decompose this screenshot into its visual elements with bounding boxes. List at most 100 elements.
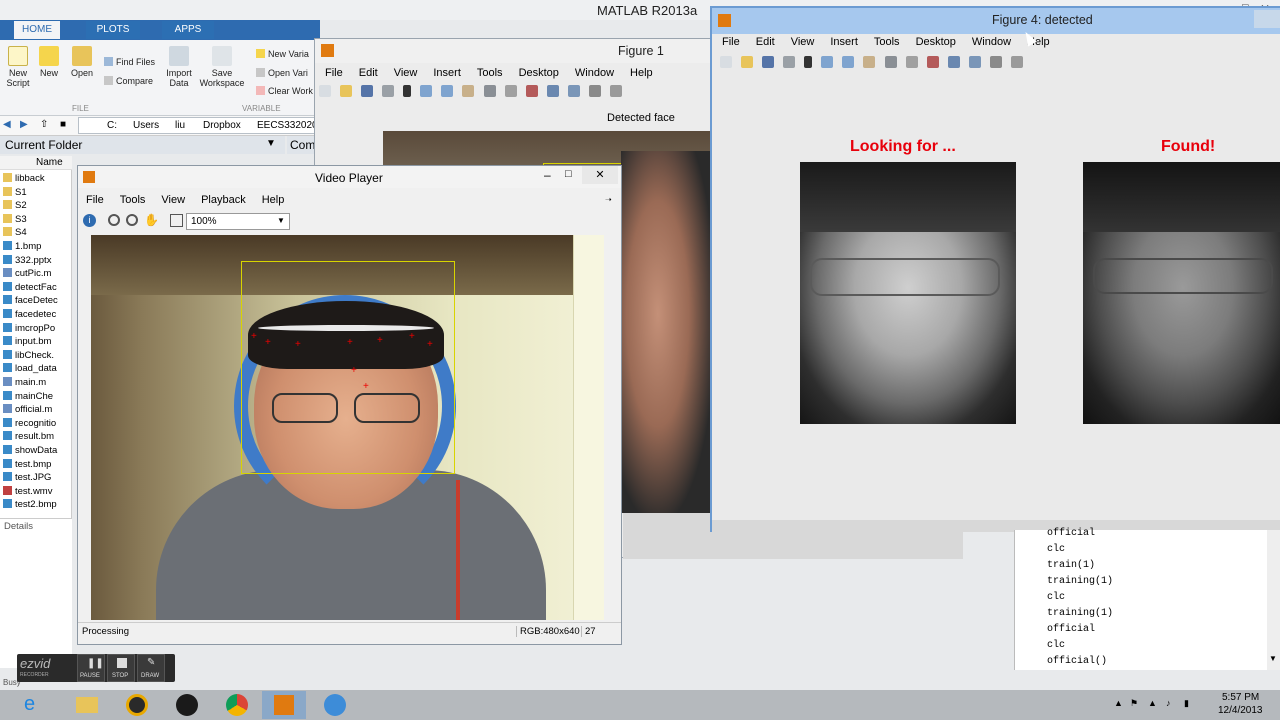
- menu-item[interactable]: Tools: [874, 36, 900, 48]
- notification-icon[interactable]: ⚑: [1130, 698, 1138, 709]
- file-list-item[interactable]: load_data: [3, 362, 57, 375]
- clock-date[interactable]: 12/4/2013: [1218, 705, 1263, 716]
- zoom-out-icon[interactable]: [842, 56, 855, 69]
- pan-icon[interactable]: ✋: [144, 213, 159, 227]
- menu-item[interactable]: Insert: [830, 36, 858, 48]
- file-list-item[interactable]: test.JPG: [3, 471, 51, 484]
- file-list-item[interactable]: recognitio: [3, 417, 56, 430]
- command-history-entry[interactable]: official(): [1047, 656, 1107, 667]
- pause-button[interactable]: ❚❚ PAUSE: [77, 654, 105, 682]
- open-file-icon[interactable]: [340, 85, 353, 98]
- up-folder-icon[interactable]: ⇧: [40, 119, 48, 130]
- zoom-in-icon[interactable]: [821, 56, 834, 69]
- file-list-item[interactable]: test2.bmp: [3, 498, 57, 511]
- file-list-item[interactable]: facedetec: [3, 308, 56, 321]
- save-icon[interactable]: [361, 85, 374, 98]
- chrome-button[interactable]: [214, 691, 258, 719]
- path-segment[interactable]: liu: [175, 120, 185, 131]
- menu-item[interactable]: View: [394, 67, 418, 79]
- close-icon[interactable]: ✕: [582, 166, 618, 184]
- menu-item[interactable]: Edit: [756, 36, 775, 48]
- brush-icon[interactable]: [926, 56, 939, 69]
- chevron-down-icon[interactable]: ▼: [277, 216, 285, 225]
- file-list-item[interactable]: test.wmv: [3, 485, 52, 498]
- file-list-item[interactable]: 1.bmp: [3, 240, 41, 253]
- ie-button[interactable]: e: [14, 691, 58, 719]
- matlab-taskbar-button[interactable]: [262, 691, 306, 719]
- menu-item[interactable]: File: [86, 194, 104, 206]
- hide-tools-icon[interactable]: [1010, 56, 1023, 69]
- file-list-item[interactable]: libCheck.: [3, 349, 54, 362]
- volume-icon[interactable]: ♪: [1166, 698, 1171, 708]
- stop-button[interactable]: STOP: [107, 654, 135, 682]
- minimize-icon[interactable]: –: [544, 168, 551, 182]
- file-list-item[interactable]: official.m: [3, 403, 52, 416]
- fit-icon[interactable]: [170, 214, 183, 227]
- data-cursor-icon[interactable]: [504, 85, 517, 98]
- find-files-button[interactable]: Find Files: [104, 57, 155, 67]
- compare-button[interactable]: Compare: [104, 76, 153, 86]
- file-list-item[interactable]: S3: [3, 213, 27, 226]
- info-icon[interactable]: i: [83, 214, 96, 227]
- colorbar-icon[interactable]: [968, 56, 981, 69]
- itunes-button[interactable]: [312, 691, 356, 719]
- command-history-entry[interactable]: train(1): [1047, 560, 1095, 571]
- back-icon[interactable]: ◀: [3, 119, 11, 130]
- new-button[interactable]: New: [36, 46, 62, 78]
- menu-item[interactable]: Help: [630, 67, 653, 79]
- file-list-item[interactable]: S2: [3, 199, 27, 212]
- command-window-tab[interactable]: Com: [287, 136, 315, 154]
- hp-button[interactable]: [164, 691, 208, 719]
- pan-icon[interactable]: [462, 85, 475, 98]
- menu-item[interactable]: Tools: [120, 194, 146, 206]
- scroll-down-icon[interactable]: ▼: [1269, 654, 1277, 663]
- file-list-item[interactable]: result.bm: [3, 430, 54, 443]
- file-list-header[interactable]: Name: [0, 156, 72, 170]
- file-list-item[interactable]: imcropPo: [3, 322, 55, 335]
- brush-icon[interactable]: [525, 85, 538, 98]
- clock-time[interactable]: 5:57 PM: [1222, 692, 1259, 703]
- new-variable-button[interactable]: New Varia: [256, 49, 309, 59]
- new-figure-icon[interactable]: [319, 85, 331, 98]
- menu-item[interactable]: File: [325, 67, 343, 79]
- forward-icon[interactable]: ▶: [20, 119, 28, 130]
- menu-item[interactable]: Desktop: [916, 36, 956, 48]
- battery-icon[interactable]: ▮: [1184, 698, 1189, 709]
- menu-item[interactable]: Help: [262, 194, 285, 206]
- legend-icon[interactable]: [588, 85, 601, 98]
- zoom-in-icon[interactable]: [420, 85, 433, 98]
- open-file-icon[interactable]: [741, 56, 754, 69]
- open-button[interactable]: Open: [68, 46, 96, 78]
- save-workspace-button[interactable]: Save Workspace: [198, 46, 246, 88]
- tab-home[interactable]: HOME: [14, 21, 60, 39]
- file-list-item[interactable]: detectFac: [3, 281, 57, 294]
- menu-item[interactable]: View: [791, 36, 815, 48]
- rotate-icon[interactable]: [483, 85, 496, 98]
- explorer-button[interactable]: [64, 691, 108, 719]
- menu-item[interactable]: Window: [972, 36, 1011, 48]
- zoom-in-icon[interactable]: [108, 214, 120, 226]
- legend-icon[interactable]: [989, 56, 1002, 69]
- panel-menu-icon[interactable]: ▼: [266, 138, 276, 149]
- file-list-item[interactable]: faceDetec: [3, 294, 58, 307]
- pointer-icon[interactable]: [804, 56, 813, 69]
- data-cursor-icon[interactable]: [905, 56, 918, 69]
- command-history-entry[interactable]: training(1): [1047, 576, 1113, 587]
- pointer-icon[interactable]: [403, 85, 412, 98]
- file-list-item[interactable]: input.bm: [3, 335, 51, 348]
- print-icon[interactable]: [382, 85, 395, 98]
- clear-workspace-button[interactable]: Clear Work: [256, 86, 313, 96]
- file-list-item[interactable]: 332.pptx: [3, 254, 51, 267]
- tab-plots[interactable]: PLOTS: [86, 21, 140, 39]
- file-list-item[interactable]: S4: [3, 226, 27, 239]
- path-segment[interactable]: EECS332020: [257, 120, 318, 131]
- file-list-item[interactable]: cutPic.m: [3, 267, 51, 280]
- browse-icon[interactable]: ■: [60, 119, 66, 130]
- link-icon[interactable]: [947, 56, 960, 69]
- save-icon[interactable]: [762, 56, 775, 69]
- command-history-entry[interactable]: clc: [1047, 592, 1065, 603]
- menu-item[interactable]: View: [161, 194, 185, 206]
- scrollbar[interactable]: ▼: [1267, 530, 1280, 670]
- new-script-button[interactable]: New Script: [3, 46, 33, 88]
- pan-icon[interactable]: [863, 56, 876, 69]
